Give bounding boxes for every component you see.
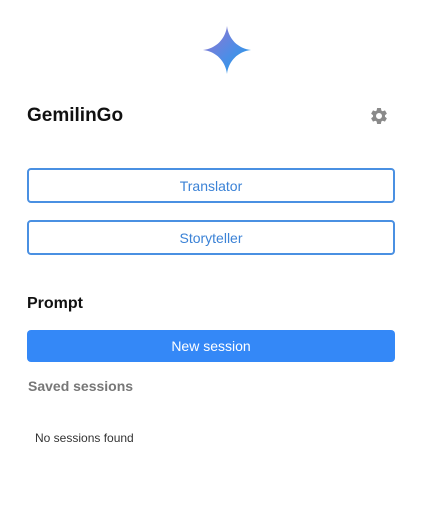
translator-button[interactable]: Translator xyxy=(27,168,395,203)
empty-sessions-message: No sessions found xyxy=(35,431,134,445)
popup-panel: GemilinGo Translator Storyteller Prompt … xyxy=(0,0,424,519)
sparkle-icon xyxy=(203,26,251,74)
prompt-section-title: Prompt xyxy=(27,295,83,312)
app-title: GemilinGo xyxy=(27,105,124,126)
saved-sessions-title: Saved sessions xyxy=(28,378,134,394)
new-session-button[interactable]: New session xyxy=(27,330,395,362)
gear-icon[interactable] xyxy=(369,106,389,126)
storyteller-button[interactable]: Storyteller xyxy=(27,220,395,255)
